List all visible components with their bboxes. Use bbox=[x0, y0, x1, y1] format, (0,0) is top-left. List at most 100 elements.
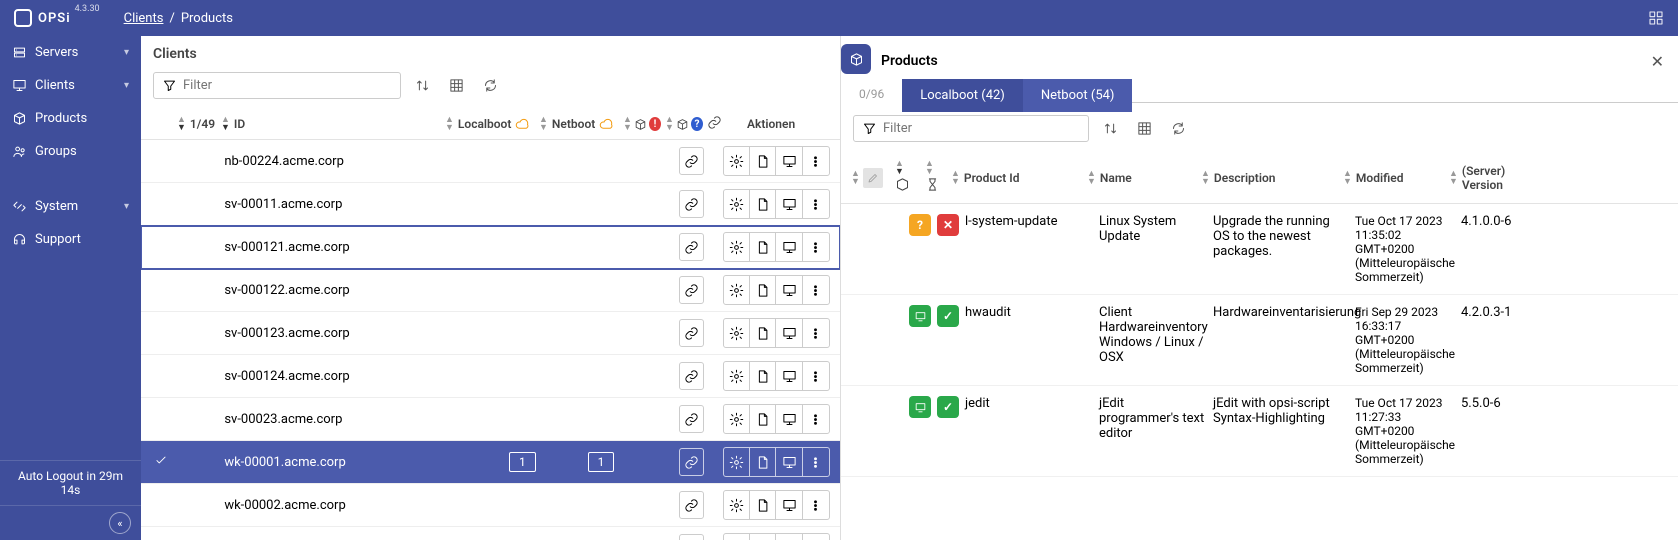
client-row[interactable]: sv-000123.acme.corp bbox=[141, 312, 840, 355]
client-row[interactable]: sv-00011.acme.corp bbox=[141, 183, 840, 226]
settings-button[interactable] bbox=[724, 233, 750, 261]
client-row[interactable]: wk-00003.acme.corp bbox=[141, 527, 840, 540]
localboot-column[interactable]: ▲▼ Localboot bbox=[445, 116, 535, 132]
screen-button[interactable] bbox=[776, 448, 802, 476]
client-row[interactable]: wk-00001.acme.corp 1 1 bbox=[141, 441, 840, 484]
columns-button[interactable] bbox=[1131, 116, 1157, 142]
collapse-sidebar-button[interactable]: « bbox=[0, 506, 141, 540]
more-button[interactable] bbox=[803, 276, 829, 304]
close-products-button[interactable]: ✕ bbox=[1651, 40, 1678, 71]
more-button[interactable] bbox=[803, 491, 829, 519]
breadcrumb-clients[interactable]: Clients bbox=[124, 11, 164, 26]
more-button[interactable] bbox=[803, 534, 829, 540]
sidebar-item-groups[interactable]: Groups bbox=[0, 135, 141, 168]
product-row[interactable]: ✓ jedit jEdit programmer's text editor j… bbox=[841, 386, 1678, 477]
product-description: Upgrade the running OS to the newest pac… bbox=[1213, 214, 1349, 284]
link-button[interactable] bbox=[679, 448, 704, 476]
sort-button[interactable] bbox=[409, 73, 435, 99]
sidebar-item-clients[interactable]: Clients ▾ bbox=[0, 69, 141, 102]
columns-button[interactable] bbox=[443, 73, 469, 99]
document-button[interactable] bbox=[750, 147, 776, 175]
name-column[interactable]: ▲▼Name bbox=[1087, 170, 1195, 186]
product-name: Linux System Update bbox=[1099, 214, 1207, 284]
client-row[interactable]: nb-00224.acme.corp bbox=[141, 140, 840, 183]
screen-button[interactable] bbox=[776, 534, 802, 540]
screen-button[interactable] bbox=[776, 362, 802, 390]
client-row[interactable]: sv-00023.acme.corp bbox=[141, 398, 840, 441]
settings-button[interactable] bbox=[724, 405, 750, 433]
settings-button[interactable] bbox=[724, 534, 750, 540]
document-button[interactable] bbox=[750, 233, 776, 261]
settings-button[interactable] bbox=[724, 190, 750, 218]
products-filter-input[interactable] bbox=[883, 121, 1080, 136]
link-button[interactable] bbox=[679, 147, 704, 175]
client-row[interactable]: sv-000121.acme.corp bbox=[141, 226, 840, 269]
screen-button[interactable] bbox=[776, 405, 802, 433]
sort-button[interactable] bbox=[1097, 116, 1123, 142]
settings-button[interactable] bbox=[724, 147, 750, 175]
link-button[interactable] bbox=[679, 405, 704, 433]
settings-button[interactable] bbox=[724, 276, 750, 304]
id-column[interactable]: ▲▼ ID bbox=[221, 116, 441, 132]
client-row[interactable]: sv-000122.acme.corp bbox=[141, 269, 840, 312]
link-button[interactable] bbox=[679, 233, 704, 261]
link-button[interactable] bbox=[679, 319, 704, 347]
screen-button[interactable] bbox=[776, 147, 802, 175]
sidebar-item-servers[interactable]: Servers ▾ bbox=[0, 36, 141, 69]
link-button[interactable] bbox=[679, 276, 704, 304]
document-button[interactable] bbox=[750, 534, 776, 540]
client-row[interactable]: sv-000124.acme.corp bbox=[141, 355, 840, 398]
status-error-column[interactable]: ▲▼ ! bbox=[623, 116, 661, 132]
client-row[interactable]: wk-00002.acme.corp bbox=[141, 484, 840, 527]
document-button[interactable] bbox=[750, 491, 776, 519]
settings-button[interactable] bbox=[724, 448, 750, 476]
more-button[interactable] bbox=[803, 190, 829, 218]
link-button[interactable] bbox=[679, 190, 704, 218]
settings-button[interactable] bbox=[724, 491, 750, 519]
document-button[interactable] bbox=[750, 190, 776, 218]
product-row[interactable]: ✓ hwaudit Client Hardwareinventory Windo… bbox=[841, 295, 1678, 386]
screen-button[interactable] bbox=[776, 190, 802, 218]
status-help-column[interactable]: ▲▼ ? bbox=[665, 116, 703, 132]
clients-filter[interactable] bbox=[153, 72, 401, 99]
document-button[interactable] bbox=[750, 319, 776, 347]
netboot-column[interactable]: ▲▼ Netboot bbox=[539, 116, 619, 132]
settings-button[interactable] bbox=[724, 362, 750, 390]
settings-button[interactable] bbox=[724, 319, 750, 347]
products-filter[interactable] bbox=[853, 115, 1089, 142]
document-button[interactable] bbox=[750, 405, 776, 433]
more-button[interactable] bbox=[803, 448, 829, 476]
document-button[interactable] bbox=[750, 276, 776, 304]
refresh-button[interactable] bbox=[1165, 116, 1191, 142]
more-button[interactable] bbox=[803, 319, 829, 347]
link-button[interactable] bbox=[679, 534, 704, 540]
document-button[interactable] bbox=[750, 448, 776, 476]
more-button[interactable] bbox=[803, 362, 829, 390]
sidebar-item-system[interactable]: System ▾ bbox=[0, 190, 141, 223]
screen-button[interactable] bbox=[776, 276, 802, 304]
version-column[interactable]: ▲▼(Server) Version bbox=[1449, 164, 1549, 192]
product-modified: Fri Sep 29 2023 16:33:17 GMT+0200 (Mitte… bbox=[1355, 305, 1455, 375]
more-button[interactable] bbox=[803, 147, 829, 175]
screen-button[interactable] bbox=[776, 319, 802, 347]
sidebar-item-products[interactable]: Products bbox=[0, 102, 141, 135]
screen-button[interactable] bbox=[776, 491, 802, 519]
link-button[interactable] bbox=[679, 491, 704, 519]
refresh-button[interactable] bbox=[477, 73, 503, 99]
product-row[interactable]: ?✕ l-system-update Linux System Update U… bbox=[841, 204, 1678, 295]
more-button[interactable] bbox=[803, 233, 829, 261]
box-column[interactable]: ▲▼ bbox=[895, 160, 919, 195]
screen-button[interactable] bbox=[776, 233, 802, 261]
link-button[interactable] bbox=[679, 362, 704, 390]
product-id-column[interactable]: ▲▼Product Id bbox=[951, 170, 1081, 186]
sidebar-item-support[interactable]: Support bbox=[0, 223, 141, 256]
clients-filter-input[interactable] bbox=[183, 78, 392, 93]
description-column[interactable]: ▲▼Description bbox=[1201, 170, 1337, 186]
sidebar-item-label: Products bbox=[35, 111, 129, 126]
modified-column[interactable]: ▲▼Modified bbox=[1343, 170, 1443, 186]
document-button[interactable] bbox=[750, 362, 776, 390]
more-button[interactable] bbox=[803, 405, 829, 433]
index-column[interactable]: ▲▼ 1/49 bbox=[177, 116, 217, 132]
hourglass-column[interactable]: ▲▼ bbox=[925, 160, 945, 195]
apps-grid-icon[interactable] bbox=[1648, 10, 1664, 26]
